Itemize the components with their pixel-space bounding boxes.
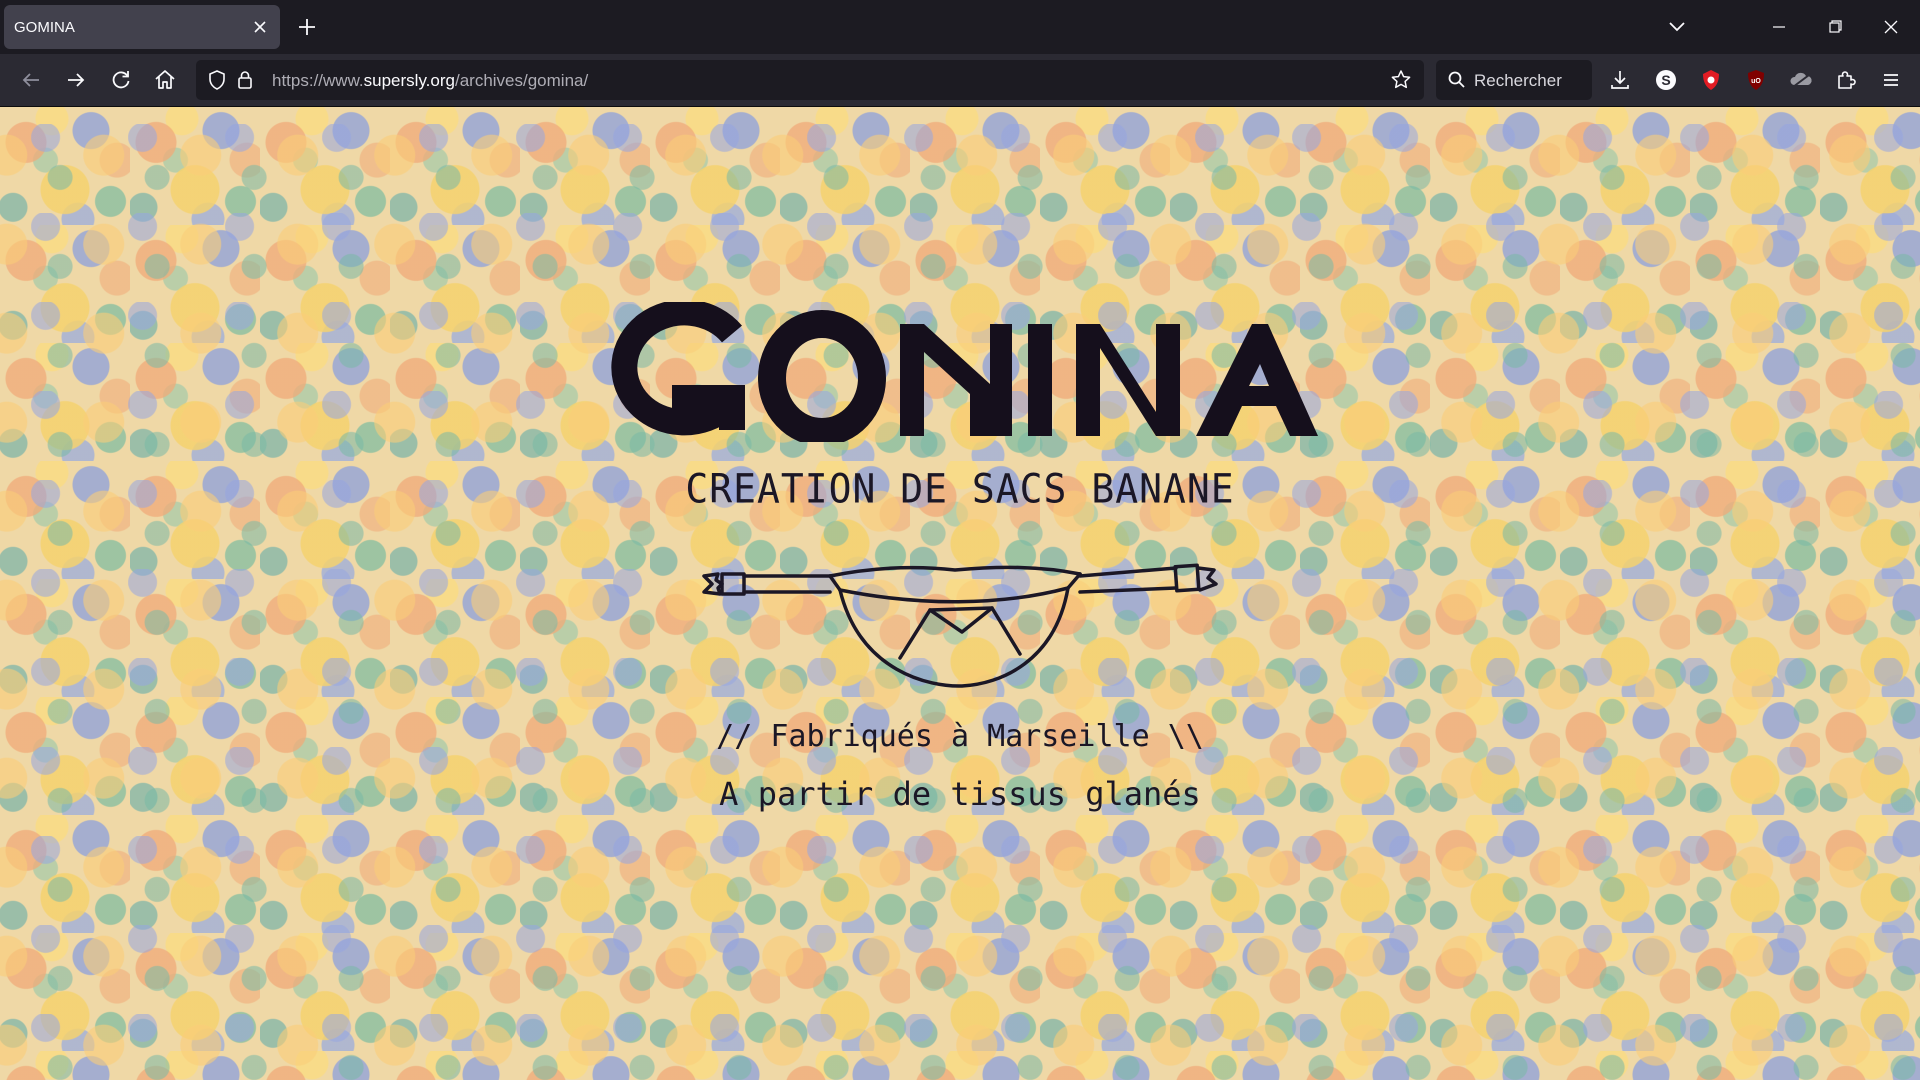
cloud-extension-icon[interactable] (1788, 67, 1814, 93)
navigation-toolbar: https://www.supersly.org/archives/gomina… (0, 54, 1920, 107)
search-placeholder: Rechercher (1474, 71, 1562, 90)
tab-title: GOMINA (14, 19, 75, 36)
svg-text:S: S (1661, 72, 1670, 88)
reload-icon[interactable] (108, 67, 134, 93)
close-tab-icon[interactable] (250, 17, 270, 37)
puzzle-extensions-icon[interactable] (1833, 67, 1859, 93)
url-text[interactable]: https://www.supersly.org/archives/gomina… (272, 71, 588, 91)
tab-bar: GOMINA (0, 0, 1920, 54)
hero: CREATION DE SACS BANANE // Fabriqués à M… (0, 107, 1920, 1080)
page-viewport: CREATION DE SACS BANANE // Fabriqués à M… (0, 107, 1920, 1080)
made-in-marseille-text: // Fabriqués à Marseille \\ (716, 719, 1204, 754)
minimize-icon[interactable] (1764, 14, 1794, 40)
hamburger-icon[interactable] (1878, 67, 1904, 93)
gomina-logo (611, 302, 1318, 442)
tab-active[interactable]: GOMINA (4, 5, 280, 49)
ublock-icon[interactable]: uO (1743, 67, 1769, 93)
url-scheme: https://www. (272, 71, 364, 90)
s-extension-icon[interactable]: S (1653, 67, 1679, 93)
restore-icon[interactable] (1820, 14, 1850, 40)
address-bar[interactable]: https://www.supersly.org/archives/gomina… (196, 60, 1424, 100)
star-icon[interactable] (1388, 67, 1414, 93)
svg-text:uO: uO (1751, 78, 1761, 85)
fanny-pack-illustration (702, 563, 1218, 688)
gleaned-fabrics-text: A partir de tissus glanés (719, 775, 1201, 813)
red-shield-extension-icon[interactable] (1698, 67, 1724, 93)
arrow-right-icon[interactable] (63, 67, 89, 93)
arrow-left-icon[interactable] (18, 67, 44, 93)
url-host: supersly.org (363, 71, 455, 90)
lock-icon[interactable] (232, 67, 258, 93)
search-box[interactable]: Rechercher (1436, 60, 1592, 100)
close-window-icon[interactable] (1876, 14, 1906, 40)
new-tab-icon[interactable] (294, 14, 320, 40)
url-path: /archives/gomina/ (454, 71, 589, 90)
home-icon[interactable] (152, 67, 178, 93)
download-icon[interactable] (1607, 67, 1633, 93)
subtitle: CREATION DE SACS BANANE (685, 465, 1235, 513)
shield-icon[interactable] (204, 67, 230, 93)
chevron-down-icon[interactable] (1664, 14, 1690, 40)
search-icon (1444, 67, 1470, 93)
